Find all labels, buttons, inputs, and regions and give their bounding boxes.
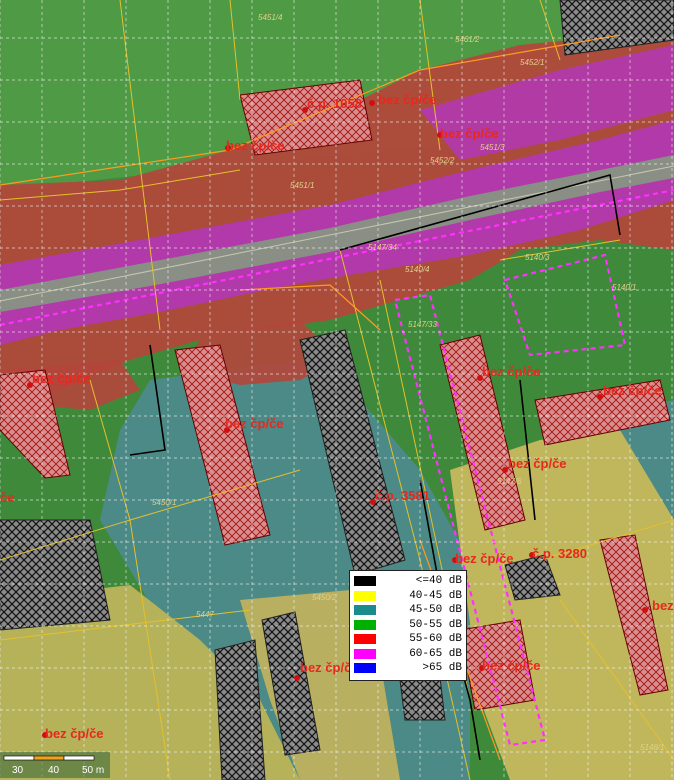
legend-row: 60-65 dB [354, 647, 462, 662]
legend-row: >65 dB [354, 661, 462, 676]
building-label-bez-cp-5: bez čp/če [482, 364, 541, 379]
parcel-label-15: 5147/6 [497, 477, 522, 486]
scale-label-50m: 50 m [82, 765, 104, 776]
building-label-bez-cp-8: bez čp/če [508, 456, 567, 471]
legend-swatch [354, 619, 376, 630]
parcel-label-12: 5450/1 [152, 498, 176, 507]
legend-label: 50-55 dB [409, 618, 462, 631]
parcel-label-9: 5140/3 [525, 253, 550, 262]
legend-label: >65 dB [422, 662, 462, 675]
building-label-bez-cp-6: bez čp/če [603, 383, 662, 398]
parcel-label-8: 5140/4 [405, 265, 430, 274]
legend-swatch [354, 663, 376, 674]
parcel-label-4: 5451/3 [480, 143, 505, 152]
scale-label-30: 30 [12, 765, 24, 776]
parcel-label-2: 5461/2 [455, 35, 480, 44]
legend-label: 60-65 dB [409, 647, 462, 660]
building-label-bez-cp-4: bez čp/če [32, 371, 91, 386]
legend-row: 45-50 dB [354, 603, 462, 618]
building-label-bez-cp-9: bez čp/če [455, 551, 514, 566]
legend-swatch [354, 634, 376, 645]
parcel-label-16: 5148/1 [640, 743, 664, 752]
parcel-label-13: 5450/2 [312, 593, 337, 602]
parcel-label-7: 5147/34 [368, 243, 397, 252]
legend-swatch [354, 648, 376, 659]
building-label-bez-cp-3: bez čp/če [226, 138, 285, 153]
legend-row: 55-60 dB [354, 632, 462, 647]
building-hatched-2 [0, 519, 111, 631]
noise-map[interactable]: 5451/4 5461/2 5452/1 5451/3 5452/2 5451/… [0, 0, 674, 780]
legend-row: 40-45 dB [354, 589, 462, 604]
scale-label-40: 40 [48, 765, 60, 776]
building-label-cp-3280: č.p. 3280 [532, 546, 587, 561]
parcel-label-14: 5447 [196, 610, 214, 619]
building-label-ce-left: če [0, 490, 14, 505]
legend-label: 55-60 dB [409, 633, 462, 646]
legend-swatch [354, 576, 376, 587]
building-label-cp-3581: č.p. 3581 [375, 488, 430, 503]
building-label-bez-cp-1: bez čp/če [378, 92, 437, 107]
parcel-label-6: 5451/1 [290, 181, 314, 190]
scale-bar: 30 40 50 m [0, 752, 110, 778]
building-label-bez-cp-12: bez čp/če [652, 598, 674, 613]
building-label-bez-cp-7: bez čp/če [225, 416, 284, 431]
parcel-label-10: 5140/1 [612, 283, 636, 292]
legend-label: 40-45 dB [409, 589, 462, 602]
legend-label: 45-50 dB [409, 604, 462, 617]
legend-swatch [354, 590, 376, 601]
parcel-label-3: 5452/1 [520, 58, 544, 67]
parcel-label-5: 5452/2 [430, 156, 455, 165]
building-label-bez-cp-13: bez čp/če [45, 726, 104, 741]
scale-bar-segment [63, 755, 95, 761]
legend-swatch [354, 605, 376, 616]
legend-row: <=40 dB [354, 574, 462, 589]
building-label-bez-cp-2: bez čp/če [440, 126, 499, 141]
parcel-label-11: 5147/33 [408, 320, 437, 329]
legend-label: <=40 dB [415, 575, 462, 588]
parcel-label-1: 5451/4 [258, 13, 283, 22]
scale-bar-segment [3, 755, 35, 761]
scale-bar-segment [33, 755, 65, 761]
building-label-bez-cp-11: bez čp/če [482, 658, 541, 673]
building-label-cp-1058: č.p. 1058 [307, 96, 362, 111]
noise-legend: <=40 dB 40-45 dB 45-50 dB 50-55 dB 55-60… [349, 570, 467, 681]
legend-row: 50-55 dB [354, 618, 462, 633]
